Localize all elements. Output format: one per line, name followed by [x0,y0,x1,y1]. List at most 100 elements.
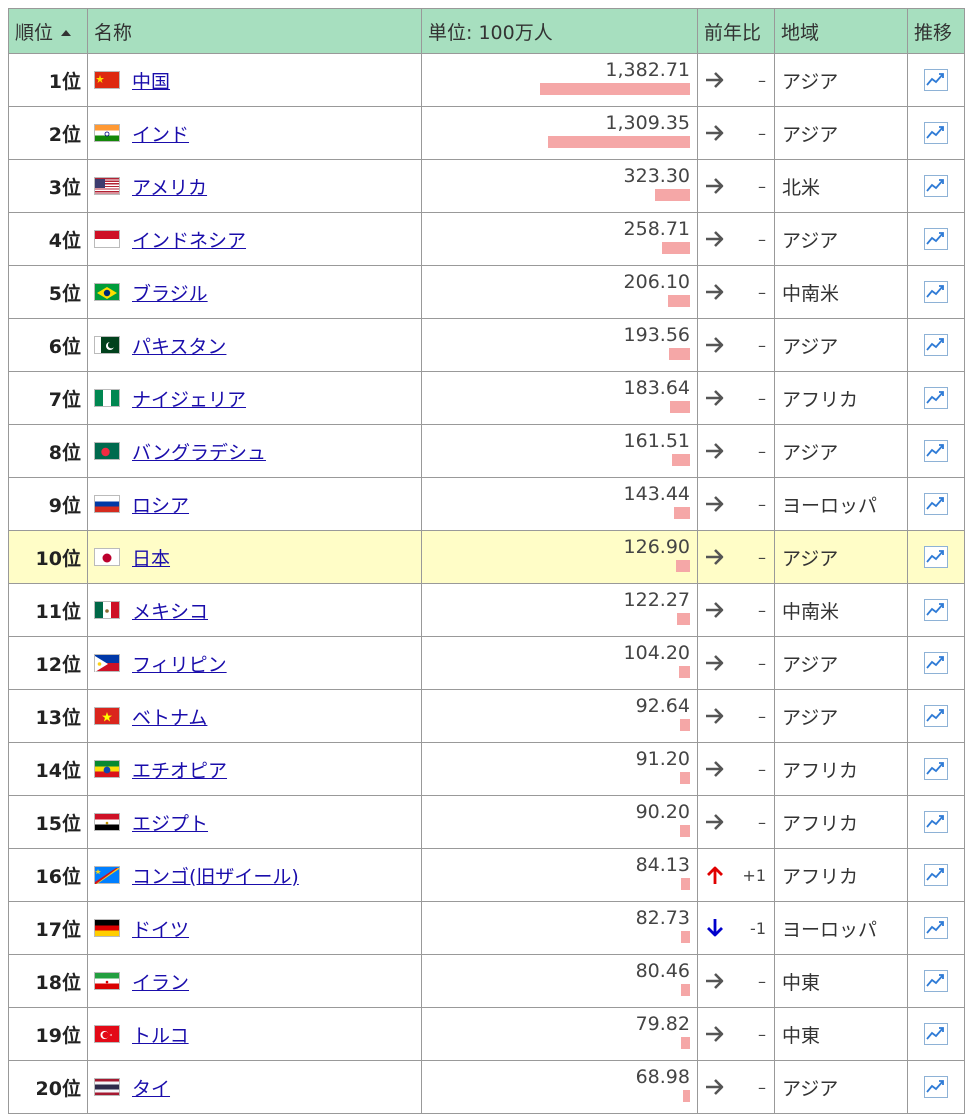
name-cell: パキスタン [87,318,422,372]
country-link[interactable]: 中国 [132,71,170,93]
bangladesh-flag-icon [94,442,120,460]
change-value: – [758,335,766,355]
trend-chart-icon[interactable] [924,811,948,834]
country-link[interactable]: ベトナム [132,707,207,729]
table-row: 4位 インドネシア 258.71 – アジア [8,212,965,266]
trend-chart-icon[interactable] [924,387,948,410]
country-link[interactable]: コンゴ(旧ザイール) [132,866,299,888]
arrow-up-icon [704,864,726,886]
region-label: 中南米 [782,600,840,623]
trend-chart-icon[interactable] [924,175,948,198]
name-cell: ドイツ [87,901,422,955]
region-cell: アジア [774,530,908,584]
country-link[interactable]: バングラデシュ [132,442,266,464]
name-column-header[interactable]: 名称 [87,8,422,54]
change-value: +1 [742,865,766,885]
population-bar [681,984,690,996]
trend-column-header: 推移 [907,8,965,54]
trend-chart-icon[interactable] [924,281,948,304]
change-cell: -1 [697,901,775,955]
table-row: 20位 タイ 68.98 – アジア [8,1060,965,1114]
country-link[interactable]: エジプト [132,813,208,835]
trend-chart-icon[interactable] [924,228,948,251]
country-link[interactable]: インド [132,124,189,146]
country-link[interactable]: アメリカ [132,177,207,199]
table-row: 19位 トルコ 79.82 – 中東 [8,1007,965,1061]
region-cell: アジア [774,318,908,372]
trend-chart-icon[interactable] [924,493,948,516]
country-link[interactable]: ドイツ [132,919,189,941]
change-cell: – [697,106,775,160]
population-value: 104.20 [623,642,690,664]
change-cell: +1 [697,848,775,902]
region-column-header[interactable]: 地域 [774,8,908,54]
population-bar [676,560,690,572]
rank-column-header[interactable]: 順位 [8,8,88,54]
country-link[interactable]: イラン [132,972,189,994]
country-link[interactable]: フィリピン [132,654,227,676]
country-link[interactable]: ロシア [132,495,189,517]
trend-chart-icon[interactable] [924,334,948,357]
change-cell: – [697,1060,775,1114]
arrow-right-icon [704,440,726,462]
country-link[interactable]: タイ [132,1078,170,1100]
sort-ascending-icon[interactable] [61,30,72,36]
rank-cell: 10位 [8,530,88,584]
change-cell: – [697,583,775,637]
arrow-right-icon [704,334,726,356]
value-header-label: 単位: 100万人 [428,21,553,44]
region-label: アジア [782,441,839,464]
region-label: アジア [782,70,839,93]
trend-chart-icon[interactable] [924,122,948,145]
country-link[interactable]: インドネシア [132,230,246,252]
region-label: アフリカ [782,759,859,782]
trend-chart-icon[interactable] [924,546,948,569]
country-link[interactable]: トルコ [132,1025,189,1047]
trend-chart-icon[interactable] [924,69,948,92]
trend-chart-icon[interactable] [924,599,948,622]
change-cell: – [697,795,775,849]
trend-chart-icon[interactable] [924,1023,948,1046]
trend-chart-icon[interactable] [924,864,948,887]
population-value: 183.64 [623,377,690,399]
trend-cell [907,1007,965,1061]
region-cell: アジア [774,212,908,266]
trend-chart-icon[interactable] [924,652,948,675]
population-value: 323.30 [623,165,690,187]
trend-chart-icon[interactable] [924,758,948,781]
rank-label: 2位 [48,123,81,146]
name-cell: フィリピン [87,636,422,690]
change-value: – [758,494,766,514]
arrow-right-icon [704,122,726,144]
rank-cell: 6位 [8,318,88,372]
change-column-header[interactable]: 前年比 [697,8,775,54]
value-cell: 84.13 [421,848,698,902]
arrow-right-icon [704,546,726,568]
country-link[interactable]: ナイジェリア [132,389,246,411]
rank-cell: 11位 [8,583,88,637]
population-bar [683,1090,690,1102]
trend-chart-icon[interactable] [924,440,948,463]
name-cell: インド [87,106,422,160]
trend-chart-icon[interactable] [924,1076,948,1099]
country-link[interactable]: メキシコ [132,601,208,623]
usa-flag-icon [94,177,120,195]
name-cell: ベトナム [87,689,422,743]
mexico-flag-icon [94,601,120,619]
population-value: 82.73 [635,907,690,929]
country-link[interactable]: パキスタン [132,336,226,358]
trend-chart-icon[interactable] [924,917,948,940]
trend-chart-icon[interactable] [924,705,948,728]
value-column-header[interactable]: 単位: 100万人 [421,8,698,54]
arrow-right-icon [704,387,726,409]
trend-chart-icon[interactable] [924,970,948,993]
region-cell: ヨーロッパ [774,901,908,955]
table-row: 7位 ナイジェリア 183.64 – アフリカ [8,371,965,425]
population-bar [670,401,690,413]
country-link[interactable]: エチオピア [132,760,227,782]
trend-cell [907,53,965,107]
population-value: 122.27 [623,589,690,611]
country-link[interactable]: ブラジル [132,283,208,305]
change-cell: – [697,212,775,266]
country-link[interactable]: 日本 [132,548,170,570]
